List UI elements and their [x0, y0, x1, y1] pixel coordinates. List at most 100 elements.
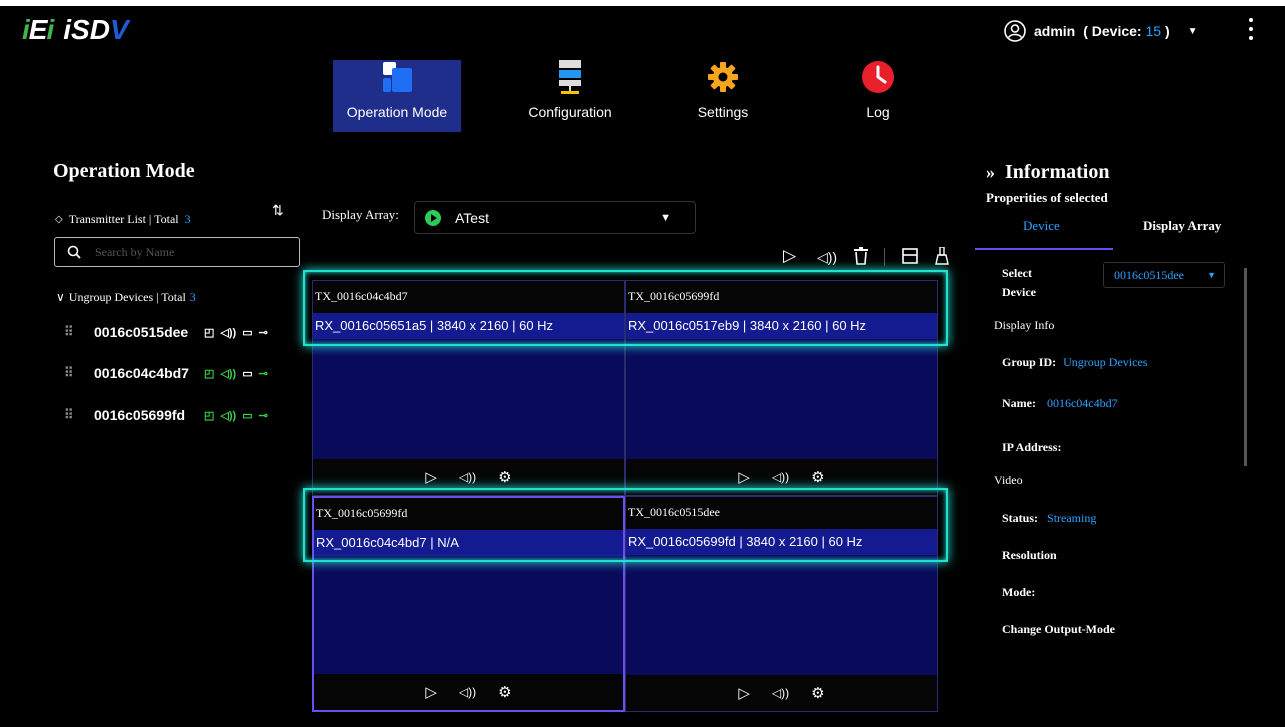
- display-array-label: Display Array:: [322, 207, 399, 222]
- info-header: » Information: [986, 161, 1109, 184]
- tile-tx-label: TX_0016c05699fd: [626, 281, 937, 313]
- chevron-down-icon: ▼: [660, 211, 671, 224]
- display-icon: ▭: [242, 367, 253, 380]
- tile-tx-label: TX_0016c05699fd: [314, 498, 623, 530]
- sort-icon[interactable]: ⇅: [272, 202, 284, 219]
- play-icon[interactable]: ▷: [783, 246, 796, 266]
- layout-icon[interactable]: [901, 247, 919, 265]
- info-title: Information: [1005, 161, 1110, 183]
- settings-gear-icon: [706, 60, 740, 94]
- ungroup-devices-header[interactable]: ∨ Ungroup Devices | Total 3: [56, 290, 196, 305]
- tab-settings[interactable]: Settings: [659, 60, 787, 132]
- tile-rx-label: RX_0016c05651a5 | 3840 x 2160 | 60 Hz: [313, 313, 624, 339]
- trash-icon[interactable]: [853, 247, 869, 265]
- configuration-icon: [553, 60, 587, 94]
- audio-icon[interactable]: ◁)): [772, 470, 789, 484]
- device-status-icons: ◰ ◁)) ▭ ⊸: [204, 367, 268, 380]
- mode-label: Mode:: [1002, 585, 1036, 599]
- cast-icon: ◰: [204, 326, 215, 339]
- app-logo: iEi iSDV: [22, 14, 129, 46]
- group-id-row: Group ID: Ungroup Devices: [1002, 355, 1148, 369]
- display-array-value: ATest: [455, 209, 489, 226]
- clear-icon[interactable]: [935, 247, 949, 265]
- top-strip: [0, 0, 1285, 6]
- active-tab-indicator: [975, 248, 1113, 250]
- play-icon[interactable]: ▷: [738, 684, 750, 702]
- tab-device[interactable]: Device: [1023, 218, 1060, 234]
- tab-operation-mode[interactable]: Operation Mode: [333, 60, 461, 132]
- tile-rx-label: RX_0016c0517eb9 | 3840 x 2160 | 60 Hz: [626, 313, 937, 339]
- gear-icon[interactable]: ⚙: [811, 468, 824, 486]
- search-input[interactable]: Search by Name: [54, 237, 300, 267]
- user-circle-icon: [1004, 20, 1026, 42]
- list-item[interactable]: ⠿ 0016c0515dee ◰ ◁)) ▭ ⊸: [64, 321, 268, 343]
- display-tile[interactable]: TX_0016c05699fd RX_0016c0517eb9 | 3840 x…: [625, 280, 938, 496]
- device-count-label: ( Device: 15 ): [1083, 23, 1170, 39]
- display-tile[interactable]: TX_0016c04c4bd7 RX_0016c05651a5 | 3840 x…: [312, 280, 625, 496]
- play-icon[interactable]: ▷: [425, 683, 437, 701]
- tab-log[interactable]: Log: [814, 60, 942, 132]
- resolution-label: Resolution: [1002, 548, 1057, 562]
- audio-icon[interactable]: ◁)): [459, 685, 476, 699]
- user-name: admin: [1034, 23, 1076, 39]
- play-icon[interactable]: ▷: [425, 468, 437, 486]
- device-status-icons: ◰ ◁)) ▭ ⊸: [204, 326, 268, 339]
- change-output-mode-label[interactable]: Change Output-Mode: [1002, 622, 1115, 637]
- tab-display-array[interactable]: Display Array: [1143, 218, 1221, 234]
- gear-icon[interactable]: ⚙: [811, 684, 824, 702]
- tile-controls: ▷ ◁)) ⚙: [314, 674, 623, 710]
- sort-toggle-icon: ◇: [55, 214, 63, 225]
- tile-controls: ▷ ◁)) ⚙: [626, 459, 937, 495]
- status-row: Status: Streaming: [1002, 511, 1097, 525]
- display-tile-selected[interactable]: TX_0016c05699fd RX_0016c04c4bd7 | N/A ▷ ◁…: [312, 496, 625, 712]
- tab-configuration-label: Configuration: [528, 104, 612, 120]
- list-item[interactable]: ⠿ 0016c05699fd ◰ ◁)) ▭ ⊸: [64, 404, 268, 426]
- toolbar-divider: [884, 248, 885, 266]
- tab-operation-mode-label: Operation Mode: [346, 104, 448, 120]
- audio-icon[interactable]: ◁)): [772, 686, 789, 700]
- tile-controls: ▷ ◁)) ⚙: [313, 459, 624, 495]
- chevron-down-icon: ∨: [56, 290, 65, 304]
- log-clock-icon: [861, 60, 895, 94]
- drag-handle-icon[interactable]: ⠿: [64, 324, 94, 340]
- display-tile[interactable]: TX_0016c0515dee RX_0016c05699fd | 3840 x…: [625, 496, 938, 712]
- transmitter-list-header[interactable]: ◇ Transmitter List | Total 3: [55, 212, 191, 227]
- gear-icon[interactable]: ⚙: [498, 683, 511, 701]
- cast-icon: ◰: [204, 367, 215, 380]
- logo-isdv: iSDV: [63, 14, 129, 45]
- ip-address-label: IP Address:: [1002, 440, 1062, 454]
- properties-label: Properities of selected: [986, 190, 1108, 205]
- drag-handle-icon[interactable]: ⠿: [64, 365, 94, 381]
- audio-icon[interactable]: ◁)): [459, 470, 476, 484]
- display-info-label: Display Info: [994, 318, 1055, 332]
- operation-mode-icon: [380, 60, 414, 94]
- play-status-icon: [425, 209, 441, 226]
- display-grid: TX_0016c04c4bd7 RX_0016c05651a5 | 3840 x…: [312, 280, 939, 712]
- tile-rx-label: RX_0016c05699fd | 3840 x 2160 | 60 Hz: [626, 529, 937, 555]
- display-icon: ▭: [242, 326, 253, 339]
- device-select[interactable]: 0016c0515dee ▼: [1103, 262, 1225, 288]
- panel-title: Operation Mode: [53, 160, 195, 182]
- audio-icon: ◁)): [220, 367, 237, 380]
- video-label: Video: [994, 473, 1023, 487]
- device-status-icons: ◰ ◁)) ▭ ⊸: [204, 409, 268, 422]
- drag-handle-icon[interactable]: ⠿: [64, 407, 94, 423]
- user-menu[interactable]: admin ( Device: 15 ) ▼: [1004, 18, 1198, 44]
- audio-icon[interactable]: ◁)): [817, 249, 837, 266]
- usb-icon: ⊸: [258, 367, 268, 380]
- scrollbar[interactable]: [1244, 268, 1247, 466]
- tile-controls: ▷ ◁)) ⚙: [626, 675, 937, 711]
- search-placeholder: Search by Name: [95, 244, 175, 259]
- display-array-select[interactable]: ATest ▼: [414, 201, 696, 234]
- list-item[interactable]: ⠿ 0016c04c4bd7 ◰ ◁)) ▭ ⊸: [64, 362, 268, 384]
- display-icon: ▭: [242, 409, 253, 422]
- tab-configuration[interactable]: Configuration: [506, 60, 634, 132]
- play-icon[interactable]: ▷: [738, 468, 750, 486]
- collapse-panel-icon[interactable]: »: [986, 162, 995, 183]
- gear-icon[interactable]: ⚙: [498, 468, 511, 486]
- chevron-down-icon[interactable]: ▼: [1188, 26, 1198, 37]
- audio-icon: ◁)): [220, 326, 237, 339]
- usb-icon: ⊸: [258, 409, 268, 422]
- cast-icon: ◰: [204, 409, 215, 422]
- kebab-menu-icon[interactable]: [1243, 16, 1259, 42]
